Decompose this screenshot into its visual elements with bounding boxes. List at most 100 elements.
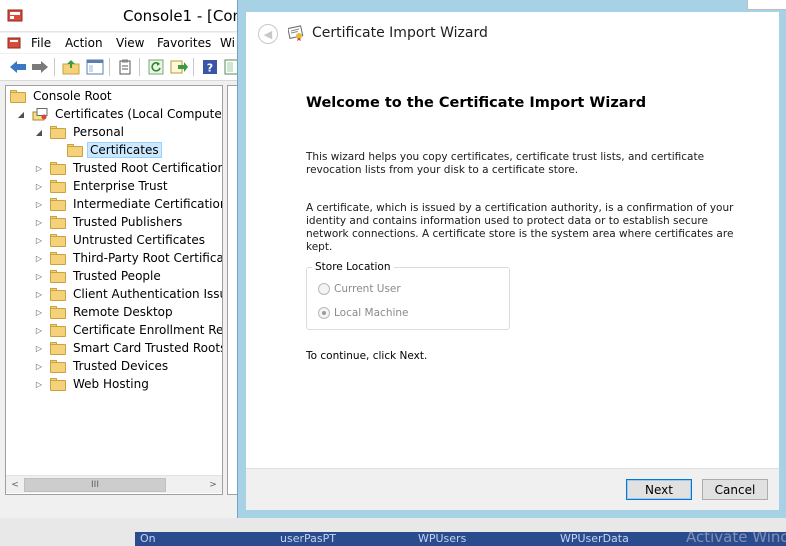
background-cell: userPasPT (280, 532, 336, 545)
radio-current-user[interactable]: Current User (318, 283, 401, 295)
folder-icon (50, 233, 66, 247)
forward-arrow-icon[interactable] (30, 58, 50, 76)
expand-arrow-icon[interactable]: ▷ (34, 271, 44, 281)
scroll-left-arrow-icon[interactable]: < (8, 478, 22, 492)
expand-arrow-icon[interactable]: ▷ (34, 361, 44, 371)
tree-node-store[interactable]: ▷ Trusted Publishers (34, 213, 185, 231)
expand-arrow-icon[interactable]: ▷ (34, 163, 44, 173)
radio-label: Local Machine (334, 307, 409, 319)
tree-label: Trusted People (73, 269, 161, 283)
tree-node-local-computer[interactable]: ◢ Certificates (Local Computer) (16, 105, 223, 123)
certificate-icon (288, 25, 304, 41)
expand-arrow-icon[interactable]: ▷ (34, 379, 44, 389)
menu-window[interactable]: Wi (220, 36, 235, 50)
folder-icon (50, 125, 66, 139)
tree-label: Third-Party Root Certification (73, 251, 223, 265)
back-button[interactable]: ◀ (258, 24, 278, 44)
folder-icon (50, 269, 66, 283)
tree-node-store[interactable]: ▷ Third-Party Root Certification (34, 249, 223, 267)
expand-arrow-icon[interactable]: ▷ (34, 343, 44, 353)
radio-label: Current User (334, 283, 401, 295)
back-arrow-icon[interactable] (8, 58, 28, 76)
tree-label: Smart Card Trusted Roots (73, 341, 223, 355)
background-cell: WPUserData (560, 532, 629, 545)
mmc-app-icon (7, 9, 23, 22)
menu-favorites[interactable]: Favorites (157, 36, 211, 50)
tree-label: Web Hosting (73, 377, 149, 391)
scroll-right-arrow-icon[interactable]: > (206, 478, 220, 492)
intro-paragraph: This wizard helps you copy certificates,… (306, 151, 705, 176)
cancel-button[interactable]: Cancel (702, 479, 768, 500)
store-location-group (306, 267, 510, 330)
tree-node-console-root[interactable]: Console Root (10, 87, 115, 105)
console-tree-pane[interactable]: Console Root ◢ Certificates (Local Compu… (5, 85, 223, 495)
folder-icon (67, 143, 83, 157)
tree-node-store[interactable]: ▷ Trusted Devices (34, 357, 171, 375)
expand-arrow-icon[interactable]: ▷ (34, 325, 44, 335)
next-button[interactable]: Next (626, 479, 692, 500)
expand-arrow-icon[interactable]: ▷ (34, 217, 44, 227)
expand-arrow-icon[interactable]: ▷ (34, 235, 44, 245)
background-cell: WPUsers (418, 532, 467, 545)
scrollbar-thumb[interactable]: III (24, 478, 166, 492)
background-cell: On (140, 532, 156, 545)
radio-button-icon[interactable] (318, 283, 330, 295)
wizard-title: Certificate Import Wizard (312, 25, 488, 41)
tree-label: Console Root (33, 89, 112, 103)
refresh-icon[interactable] (146, 58, 166, 76)
certificates-snapin-icon (32, 107, 48, 120)
tree-node-store[interactable]: ▷ Enterprise Trust (34, 177, 171, 195)
menu-view[interactable]: View (116, 36, 144, 50)
tree-node-store[interactable]: ▷ Trusted People (34, 267, 164, 285)
tree-node-store[interactable]: ▷ Certificate Enrollment Reque (34, 321, 223, 339)
tree-horizontal-scrollbar[interactable]: < III > (6, 475, 222, 493)
folder-icon (50, 215, 66, 229)
tree-label: Certificate Enrollment Reque (73, 323, 223, 337)
tree-node-store[interactable]: ▷ Trusted Root Certification Au (34, 159, 222, 177)
help-icon[interactable]: ? (200, 58, 220, 76)
tree-label: Certificates (Local Computer) (55, 107, 223, 121)
tree-node-store[interactable]: ▷ Smart Card Trusted Roots (34, 339, 223, 357)
welcome-heading: Welcome to the Certificate Import Wizard (306, 95, 647, 111)
tree-node-store[interactable]: ▷ Remote Desktop (34, 303, 176, 321)
tree-label: Enterprise Trust (73, 179, 168, 193)
expand-arrow-icon[interactable]: ▷ (34, 181, 44, 191)
properties-icon[interactable] (115, 58, 135, 76)
folder-icon (50, 377, 66, 391)
folder-icon (50, 161, 66, 175)
system-menu-icon[interactable] (7, 36, 21, 50)
tree-label: Trusted Devices (73, 359, 169, 373)
collapse-arrow-icon[interactable]: ◢ (34, 127, 44, 137)
wizard-close-button[interactable] (747, 0, 786, 10)
tree-node-store[interactable]: ▷ Client Authentication Issuers (34, 285, 222, 303)
activation-watermark: Activate Windo (686, 528, 786, 546)
collapse-arrow-icon[interactable]: ◢ (16, 109, 26, 119)
folder-icon (50, 341, 66, 355)
tree-label: Untrusted Certificates (73, 233, 205, 247)
up-folder-icon[interactable] (61, 58, 81, 76)
radio-local-machine[interactable]: Local Machine (318, 307, 409, 319)
export-list-icon[interactable] (169, 58, 189, 76)
tree-node-store[interactable]: ▷ Untrusted Certificates (34, 231, 208, 249)
expand-arrow-icon[interactable]: ▷ (34, 289, 44, 299)
tree-node-certificates-selected[interactable]: Certificates (67, 141, 162, 159)
folder-icon (50, 197, 66, 211)
tree-label: Trusted Publishers (73, 215, 183, 229)
expand-arrow-icon[interactable]: ▷ (34, 199, 44, 209)
show-hide-tree-icon[interactable] (85, 58, 105, 76)
tree-node-store[interactable]: ▷ Intermediate Certification Au (34, 195, 222, 213)
menu-action[interactable]: Action (65, 36, 103, 50)
radio-button-checked-icon[interactable] (318, 307, 330, 319)
tree-label: Remote Desktop (73, 305, 173, 319)
folder-icon (50, 287, 66, 301)
menu-file[interactable]: File (31, 36, 51, 50)
store-location-legend: Store Location (312, 261, 394, 273)
tree-node-personal[interactable]: ◢ Personal (34, 123, 127, 141)
wizard-body: Welcome to the Certificate Import Wizard… (246, 52, 779, 468)
folder-icon (50, 323, 66, 337)
certificate-import-wizard: ◀ Certificate Import Wizard Welcome to t… (237, 0, 786, 518)
tree-node-store[interactable]: ▷ Web Hosting (34, 375, 152, 393)
expand-arrow-icon[interactable]: ▷ (34, 253, 44, 263)
expand-arrow-icon[interactable]: ▷ (34, 307, 44, 317)
wizard-header: ◀ Certificate Import Wizard (246, 12, 779, 52)
